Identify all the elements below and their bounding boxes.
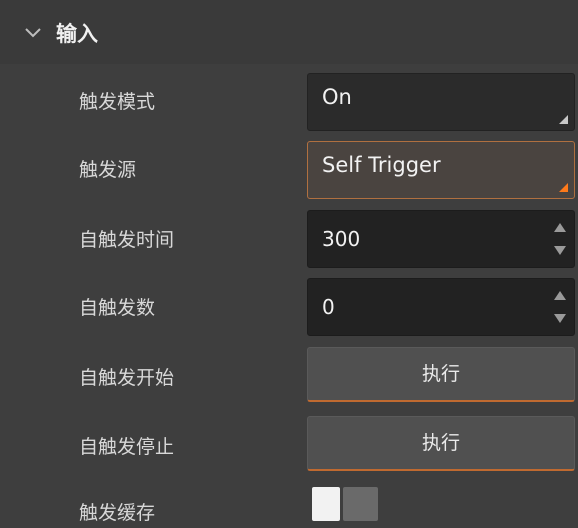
toggle-knob	[312, 487, 340, 521]
self-trigger-start-execute-button[interactable]: 执行	[307, 347, 575, 402]
section-header-input[interactable]: 输入	[0, 0, 578, 64]
dropdown-corner-icon	[559, 183, 568, 192]
spin-up-icon[interactable]	[554, 223, 566, 232]
trigger-source-value: Self Trigger	[322, 153, 441, 177]
section-title: 输入	[56, 22, 98, 46]
self-trigger-time-value: 300	[322, 227, 361, 251]
spin-down-icon[interactable]	[554, 314, 566, 323]
self-trigger-count-input[interactable]: 0	[307, 278, 575, 336]
trigger-mode-value: On	[322, 85, 352, 109]
self-trigger-count-value: 0	[322, 295, 335, 319]
self-trigger-stop-label: 自触发停止	[79, 436, 175, 458]
trigger-cache-label: 触发缓存	[79, 502, 156, 524]
self-trigger-stop-execute-button[interactable]: 执行	[307, 416, 575, 471]
trigger-source-label: 触发源	[79, 159, 137, 181]
self-trigger-time-label: 自触发时间	[79, 229, 175, 251]
properties-panel: 输入 触发模式 On 触发源 Self Trigger 自触发时间 300 自触…	[0, 0, 578, 528]
spin-down-icon[interactable]	[554, 246, 566, 255]
trigger-mode-label: 触发模式	[79, 91, 156, 113]
toggle-track	[343, 487, 378, 521]
chevron-down-icon[interactable]	[22, 22, 44, 44]
trigger-cache-toggle[interactable]	[312, 487, 378, 521]
trigger-mode-select[interactable]: On	[307, 73, 575, 131]
self-trigger-count-label: 自触发数	[79, 297, 156, 319]
self-trigger-start-label: 自触发开始	[79, 367, 175, 389]
self-trigger-time-input[interactable]: 300	[307, 210, 575, 268]
spin-up-icon[interactable]	[554, 291, 566, 300]
dropdown-corner-icon	[559, 115, 568, 124]
trigger-source-select[interactable]: Self Trigger	[307, 141, 575, 199]
